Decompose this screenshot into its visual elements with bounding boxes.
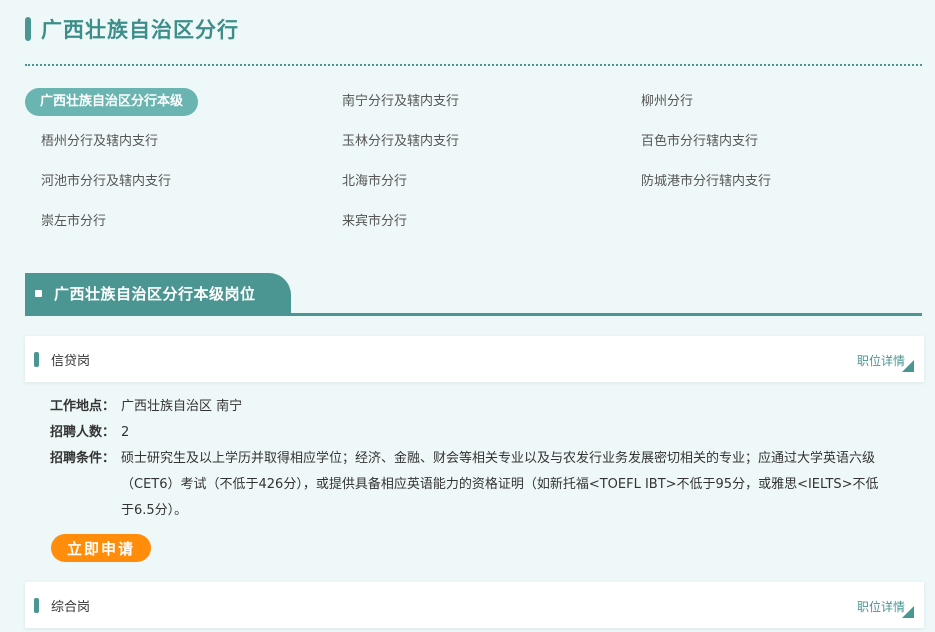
job-title: 信贷岗 xyxy=(51,353,91,369)
branch-item[interactable]: 来宾市分行 xyxy=(342,208,407,236)
page-title: 广西壮族自治区分行 xyxy=(41,18,239,42)
branch-item[interactable]: 梧州分行及辖内支行 xyxy=(25,128,158,156)
location-row: 工作地点： 广西壮族自治区 南宁 xyxy=(50,394,880,420)
job-title: 综合岗 xyxy=(51,599,91,615)
job-detail-link[interactable]: 职位详情 xyxy=(857,598,905,615)
branch-item[interactable]: 防城港市分行辖内支行 xyxy=(641,168,771,196)
dotted-divider xyxy=(25,64,922,66)
job-card-general[interactable]: 综合岗 职位详情 xyxy=(25,582,924,628)
branch-item[interactable]: 北海市分行 xyxy=(342,168,407,196)
corner-triangle-icon xyxy=(902,360,914,372)
branch-item[interactable]: 百色市分行辖内支行 xyxy=(641,128,758,156)
square-bullet-icon xyxy=(35,289,42,297)
headcount-label: 招聘人数： xyxy=(50,425,116,440)
title-accent-bar xyxy=(25,17,31,41)
page-header: 广西壮族自治区分行 xyxy=(25,14,239,44)
job-card-credit[interactable]: 信贷岗 职位详情 xyxy=(25,336,924,382)
requirements-label: 招聘条件： xyxy=(50,451,116,466)
section-title: 广西壮族自治区分行本级岗位 xyxy=(54,284,256,303)
branch-item-active[interactable]: 广西壮族自治区分行本级 xyxy=(25,88,199,116)
job-details: 工作地点： 广西壮族自治区 南宁 招聘人数： 2 招聘条件： 硕士研究生及以上学… xyxy=(50,394,880,524)
branch-item[interactable]: 崇左市分行 xyxy=(25,208,106,236)
branch-item[interactable]: 柳州分行 xyxy=(641,88,693,116)
section-header: 广西壮族自治区分行本级岗位 xyxy=(25,273,922,316)
branch-item[interactable]: 南宁分行及辖内支行 xyxy=(342,88,459,116)
headcount-value: 2 xyxy=(121,425,130,440)
location-label: 工作地点： xyxy=(50,399,116,414)
requirements-value: 硕士研究生及以上学历并取得相应学位；经济、金融、财会等相关专业以及与农发行业务发… xyxy=(121,451,879,518)
job-detail-link[interactable]: 职位详情 xyxy=(857,352,905,369)
branch-list: 广西壮族自治区分行本级 南宁分行及辖内支行 柳州分行 梧州分行及辖内支行 玉林分… xyxy=(25,88,922,248)
branch-item[interactable]: 玉林分行及辖内支行 xyxy=(342,128,459,156)
corner-triangle-icon xyxy=(902,606,914,618)
apply-button[interactable]: 立即申请 xyxy=(51,534,151,562)
location-value: 广西壮族自治区 南宁 xyxy=(121,399,243,414)
requirements-row: 招聘条件： 硕士研究生及以上学历并取得相应学位；经济、金融、财会等相关专业以及与… xyxy=(50,446,880,524)
card-accent-bar xyxy=(34,351,39,367)
headcount-row: 招聘人数： 2 xyxy=(50,420,880,446)
card-accent-bar xyxy=(34,597,39,613)
section-tab: 广西壮族自治区分行本级岗位 xyxy=(25,273,291,313)
branch-item[interactable]: 河池市分行及辖内支行 xyxy=(25,168,171,196)
